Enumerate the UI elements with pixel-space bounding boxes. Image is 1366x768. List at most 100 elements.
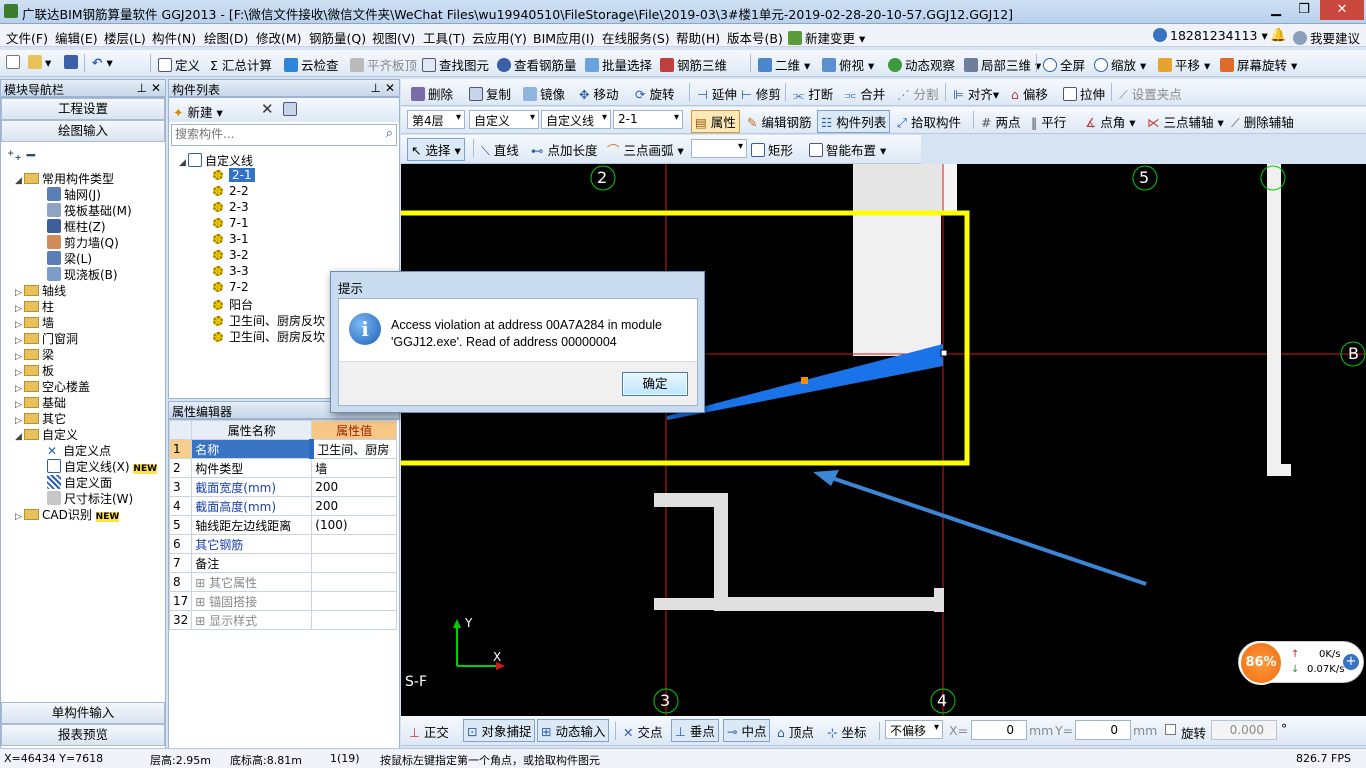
new-file-icon[interactable]: [6, 55, 23, 70]
tree-root-custom-line[interactable]: ◢ 自定义线: [179, 152, 253, 169]
intersection-toggle[interactable]: ✕ 交点: [623, 722, 662, 741]
offset-mode-select[interactable]: 不偏移: [885, 720, 943, 739]
menu-draw[interactable]: 绘图(D): [204, 28, 248, 47]
component-item[interactable]: 2-3: [213, 200, 249, 214]
pin-icon[interactable]: ⊥: [371, 81, 381, 95]
menu-file[interactable]: 文件(F): [6, 28, 48, 47]
account-phone[interactable]: 18281234113 ▾: [1153, 28, 1268, 43]
tree-node-raft[interactable]: 筏板基础(M): [47, 202, 132, 219]
delete-button[interactable]: 删除: [411, 84, 453, 103]
tree-node-axis-grid[interactable]: 轴网(J): [47, 186, 101, 203]
tree-node-beams[interactable]: ▷ 梁: [15, 346, 54, 363]
tree-node-custom-face[interactable]: 自定义面: [47, 474, 112, 491]
search-input[interactable]: [172, 125, 362, 143]
pan-dropdown[interactable]: 平移 ▾: [1158, 55, 1210, 74]
tree-node-shear-wall[interactable]: 剪力墙(Q): [47, 234, 119, 251]
tree-node-dimension[interactable]: 尺寸标注(W): [47, 490, 133, 507]
merge-button[interactable]: ⫗ 合并: [845, 84, 885, 103]
menu-bim[interactable]: BIM应用(I): [533, 28, 595, 47]
prop-group-row[interactable]: 32 ⊞ 显示样式: [168, 610, 397, 630]
perpendicular-toggle[interactable]: ⊥ 垂点: [671, 719, 719, 742]
tree-node-hollow[interactable]: ▷ 空心楼盖: [15, 378, 90, 395]
prop-row[interactable]: 2 构件类型墙: [168, 458, 397, 478]
drawing-canvas[interactable]: 2 5 3 4 B S-F Y X: [401, 164, 1366, 716]
bell-icon[interactable]: 🔔: [1270, 28, 1286, 43]
screen-rotate-dropdown[interactable]: 屏幕旋转 ▾: [1220, 55, 1297, 74]
expand-plus-icon[interactable]: ⊞: [195, 595, 209, 609]
close-panel-icon[interactable]: ✕: [385, 81, 395, 95]
pin-icon[interactable]: ⊥: [137, 81, 147, 95]
open-file-icon[interactable]: ▾: [28, 55, 51, 70]
new-component-button[interactable]: ✦ 新建 ▾: [173, 102, 223, 121]
tree-node-foundation[interactable]: ▷ 基础: [15, 394, 66, 411]
component-item[interactable]: 阳台: [213, 296, 253, 313]
prop-group-row[interactable]: 8 ⊞ 其它属性: [168, 572, 397, 592]
extend-button[interactable]: ⊣ 延伸: [697, 84, 737, 103]
zoom-dropdown[interactable]: 缩放 ▾: [1094, 55, 1146, 74]
component-item[interactable]: 7-1: [213, 216, 249, 230]
copy-component-icon[interactable]: [283, 102, 300, 117]
point-length-button[interactable]: ⊷ 点加长度: [531, 140, 598, 159]
single-input-button[interactable]: 单构件输入: [1, 702, 165, 724]
three-point-arc-dropdown[interactable]: ⌒ 三点画弧 ▾: [607, 140, 684, 159]
component-item[interactable]: 2-2: [213, 184, 249, 198]
tree-node-custom-line[interactable]: 自定义线(X) NEW: [47, 458, 158, 475]
prop-row[interactable]: 1 名称 卫生间、厨房: [168, 439, 397, 459]
tree-node-common[interactable]: ◢ 常用构件类型: [15, 170, 114, 187]
rotate-button[interactable]: ⟳ 旋转: [635, 84, 674, 103]
menu-version[interactable]: 版本号(B): [727, 28, 783, 47]
dynamic-input-toggle[interactable]: ⊞ 动态输入: [537, 719, 610, 742]
maximize-button[interactable]: ❐: [1290, 0, 1318, 20]
break-button[interactable]: ⫘ 打断: [793, 84, 833, 103]
menu-new-change[interactable]: 新建变更 ▾: [788, 28, 865, 47]
tree-node-openings[interactable]: ▷ 门窗洞: [15, 330, 78, 347]
ok-button[interactable]: 确定: [622, 372, 688, 396]
top-view-dropdown[interactable]: 俯视 ▾: [822, 55, 874, 74]
menu-tools[interactable]: 工具(T): [423, 28, 465, 47]
copy-button[interactable]: 复制: [469, 84, 511, 103]
delete-component-icon[interactable]: ✕: [261, 100, 274, 118]
prop-row[interactable]: 6 其它钢筋: [168, 534, 397, 554]
pick-component-button[interactable]: ⤢ 拾取构件: [897, 112, 961, 131]
component-item[interactable]: 卫生间、厨房反坎: [213, 312, 325, 329]
tree-node-cad[interactable]: ▷ CAD识别 NEW: [15, 506, 120, 523]
dynamic-view-button[interactable]: 动态观察: [888, 55, 955, 74]
component-item[interactable]: 2-1: [213, 168, 255, 182]
define-button[interactable]: 定义: [158, 55, 200, 74]
minimize-button[interactable]: ▁: [1262, 0, 1290, 20]
line-button[interactable]: ⟍ 直线: [481, 140, 519, 159]
properties-toggle[interactable]: ▤ 属性: [691, 110, 740, 133]
select-dropdown[interactable]: ↖ 选择 ▾: [407, 138, 465, 161]
offset-button[interactable]: ⌂ 偏移: [1011, 84, 1048, 103]
expand-collapse-icon[interactable]: ⁺₊ ━: [7, 148, 35, 164]
menu-modify[interactable]: 修改(M): [256, 28, 302, 47]
component-item[interactable]: 卫生间、厨房反坎: [213, 328, 325, 345]
object-snap-toggle[interactable]: ⊡ 对象捕捉: [463, 719, 536, 742]
trim-button[interactable]: ⊢ 修剪: [741, 84, 781, 103]
component-select[interactable]: 2-1: [613, 110, 683, 129]
menu-view[interactable]: 视图(V): [372, 28, 415, 47]
parallel-button[interactable]: ‖ 平行: [1031, 112, 1066, 131]
midpoint-grip[interactable]: [801, 377, 808, 384]
set-grip-button[interactable]: ⟋ 设置夹点: [1119, 84, 1182, 103]
component-item[interactable]: 3-3: [213, 264, 249, 278]
floor-select[interactable]: 第4层: [407, 110, 465, 129]
point-angle-dropdown[interactable]: ∡ 点角 ▾: [1085, 112, 1135, 131]
undo-icon[interactable]: ↶ ▾: [92, 55, 113, 70]
align-dropdown[interactable]: ⊫ 对齐▾: [953, 84, 999, 103]
coordinate-toggle[interactable]: ⊹ 坐标: [827, 722, 866, 741]
component-list-toggle[interactable]: ☷ 构件列表: [817, 110, 891, 133]
expand-plus-icon[interactable]: ⊞: [195, 576, 209, 590]
y-input[interactable]: 0: [1075, 720, 1131, 740]
close-button[interactable]: ✕: [1320, 0, 1364, 20]
menu-edit[interactable]: 编辑(E): [55, 28, 98, 47]
rotate-checkbox[interactable]: [1165, 724, 1176, 735]
ortho-toggle[interactable]: ⊥ 正交: [409, 722, 449, 741]
prop-group-row[interactable]: 17 ⊞ 锚固搭接: [168, 591, 397, 611]
two-point-button[interactable]: # 两点: [981, 112, 1020, 131]
menu-help[interactable]: 帮助(H): [676, 28, 720, 47]
three-point-aux-dropdown[interactable]: ⋉ 三点辅轴 ▾: [1147, 112, 1224, 131]
x-input[interactable]: 0: [971, 720, 1027, 740]
close-panel-icon[interactable]: ✕: [151, 81, 161, 95]
midpoint-toggle[interactable]: ⊸ 中点: [723, 719, 771, 742]
